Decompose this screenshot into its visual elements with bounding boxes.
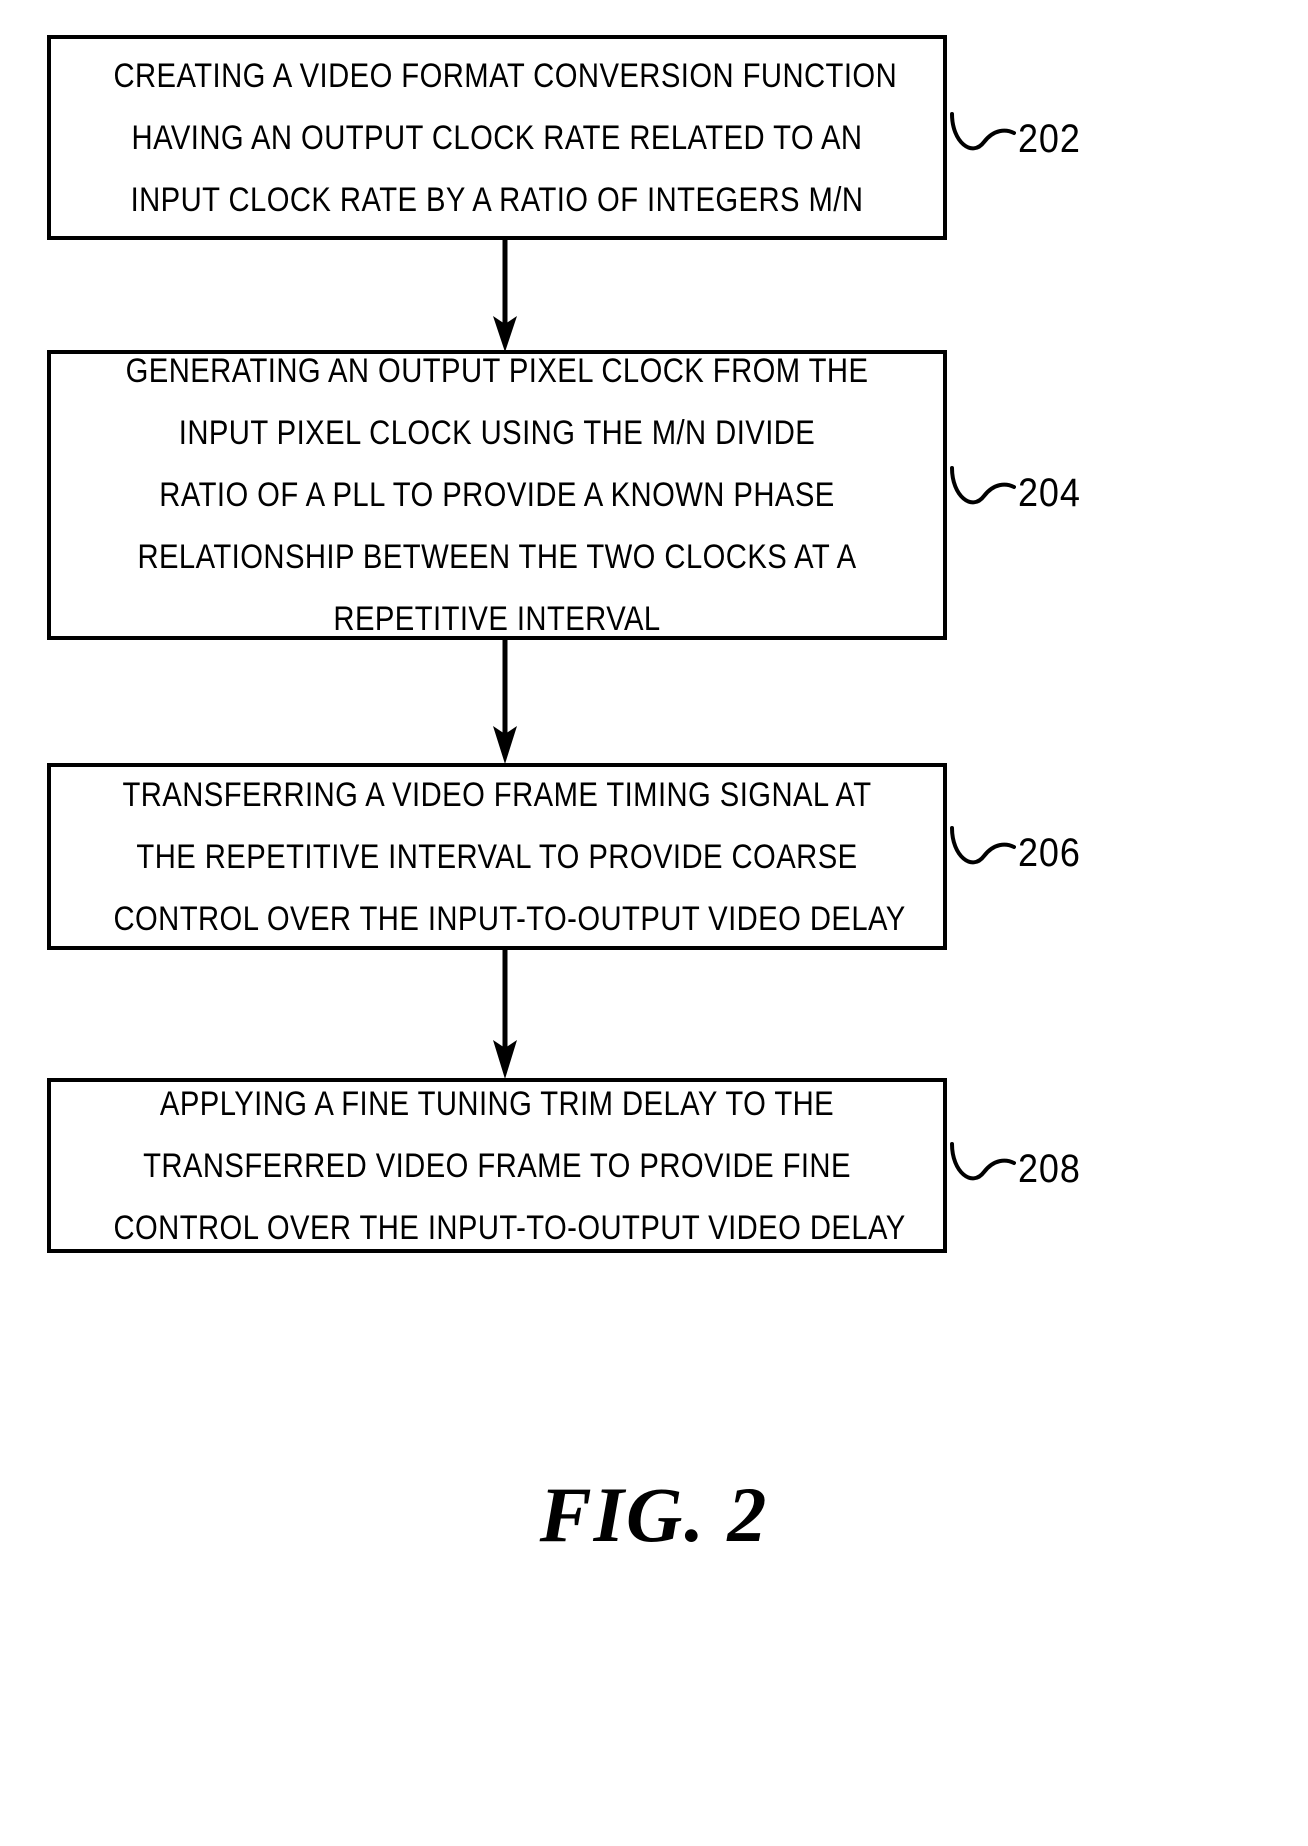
process-box-204: GENERATING AN OUTPUT PIXEL CLOCK FROM TH…	[47, 350, 947, 640]
process-box-208-line-3: CONTROL OVER THE INPUT-TO-OUTPUT VIDEO D…	[113, 1208, 906, 1247]
process-box-202: CREATING A VIDEO FORMAT CONVERSION FUNCT…	[47, 35, 947, 240]
process-box-204-line-1: GENERATING AN OUTPUT PIXEL CLOCK FROM TH…	[125, 352, 869, 390]
arrow-204-to-206	[493, 638, 517, 764]
figure-caption-label: FIG.	[539, 1471, 706, 1558]
reference-numeral-204: 204	[1018, 471, 1081, 515]
process-box-208: APPLYING A FINE TUNING TRIM DELAY TO THE…	[47, 1078, 947, 1253]
leader-line-204	[950, 466, 1016, 505]
patent-figure: CREATING A VIDEO FORMAT CONVERSION FUNCT…	[0, 0, 1308, 1846]
leader-line-202	[950, 112, 1016, 151]
process-box-202-line-3: INPUT CLOCK RATE BY A RATIO OF INTEGERS …	[130, 180, 864, 219]
reference-numeral-208-group: 208	[950, 1142, 1088, 1196]
process-box-206-line-1: TRANSFERRING A VIDEO FRAME TIMING SIGNAL…	[122, 775, 872, 814]
reference-numeral-202-group: 202	[950, 112, 1088, 166]
process-box-204-line-3: RATIO OF A PLL TO PROVIDE A KNOWN PHASE	[159, 476, 835, 514]
reference-numeral-208: 208	[1018, 1147, 1081, 1191]
process-box-204-line-4: RELATIONSHIP BETWEEN THE TWO CLOCKS AT A	[137, 538, 857, 576]
process-box-202-line-1: CREATING A VIDEO FORMAT CONVERSION FUNCT…	[113, 56, 898, 95]
process-box-206-line-3: CONTROL OVER THE INPUT-TO-OUTPUT VIDEO D…	[113, 899, 906, 938]
figure-caption: FIG. 2	[0, 1470, 1308, 1560]
process-box-208-line-1: APPLYING A FINE TUNING TRIM DELAY TO THE	[159, 1084, 835, 1123]
figure-caption-number: 2	[727, 1471, 769, 1558]
arrow-202-to-204	[493, 238, 517, 352]
process-box-202-line-2: HAVING AN OUTPUT CLOCK RATE RELATED TO A…	[131, 118, 863, 157]
process-box-204-line-2: INPUT PIXEL CLOCK USING THE M/N DIVIDE	[178, 414, 816, 452]
process-box-208-line-2: TRANSFERRED VIDEO FRAME TO PROVIDE FINE	[143, 1146, 851, 1185]
reference-numeral-206-group: 206	[950, 826, 1088, 880]
reference-numeral-206: 206	[1018, 831, 1081, 875]
process-box-206-line-2: THE REPETITIVE INTERVAL TO PROVIDE COARS…	[136, 837, 858, 876]
leader-line-208	[950, 1142, 1016, 1181]
reference-numeral-202: 202	[1018, 117, 1081, 161]
leader-line-206	[950, 826, 1016, 865]
process-box-206: TRANSFERRING A VIDEO FRAME TIMING SIGNAL…	[47, 763, 947, 950]
reference-numeral-204-group: 204	[950, 466, 1088, 520]
arrow-206-to-208	[493, 948, 517, 1079]
